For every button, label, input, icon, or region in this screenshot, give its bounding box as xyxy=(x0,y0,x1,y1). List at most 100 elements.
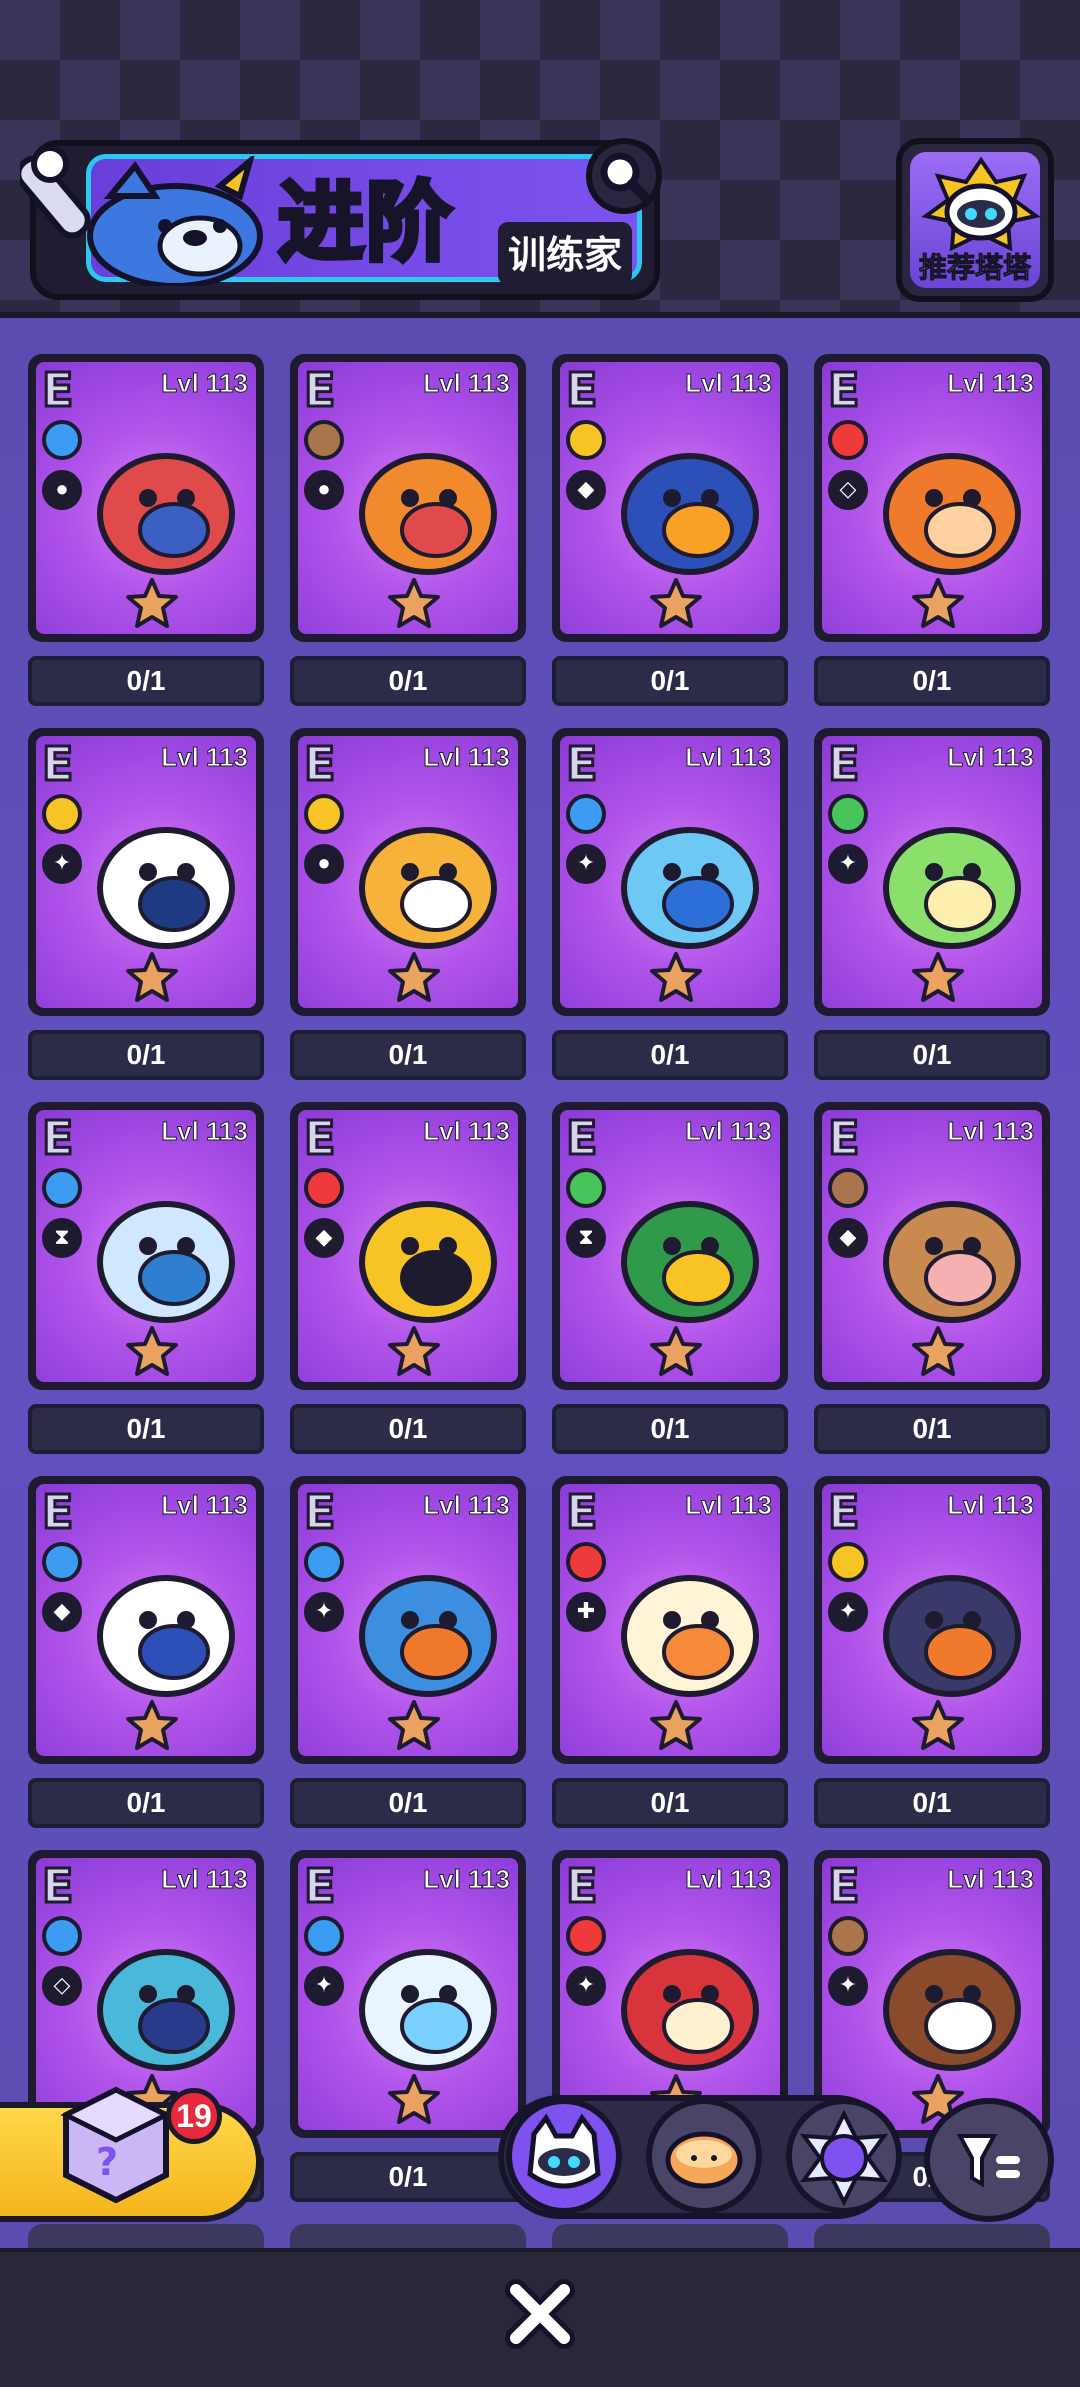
creature-card[interactable]: E Lvl 113 ✦ xyxy=(814,1476,1050,1766)
pin-role-icon: ✦ xyxy=(828,844,868,884)
hourglass-role-icon: ⧗ xyxy=(566,1218,606,1258)
creature-card[interactable]: E Lvl 113 ◇ xyxy=(814,354,1050,644)
water-element-icon xyxy=(304,1542,344,1582)
creature-eye xyxy=(401,489,419,507)
creature-eye xyxy=(701,863,719,881)
star-icon xyxy=(912,1700,964,1750)
progress-bar: 0/1 xyxy=(814,656,1050,706)
search-button[interactable] xyxy=(586,138,662,214)
creature-card[interactable]: E Lvl 113 ✚ xyxy=(552,1476,788,1766)
creature-belly xyxy=(400,1250,472,1306)
creature-eye xyxy=(925,1611,943,1629)
owl-cat-icon xyxy=(621,1201,759,1323)
toucan-icon xyxy=(621,453,759,575)
creature-eye xyxy=(439,1985,457,2003)
earth-element-icon xyxy=(828,1916,868,1956)
creature-card[interactable]: E Lvl 113 ● xyxy=(28,354,264,644)
creature-card-partial[interactable] xyxy=(814,2224,1050,2248)
rank-letter: E xyxy=(565,737,599,791)
guitar-snake-icon xyxy=(883,1949,1021,2071)
tab-bread[interactable] xyxy=(646,2098,762,2214)
tab-cat[interactable] xyxy=(506,2098,622,2214)
rank-letter: E xyxy=(303,1485,337,1539)
creature-belly xyxy=(924,1624,996,1680)
card-art: E Lvl 113 ◆ xyxy=(822,1110,1042,1382)
close-icon[interactable] xyxy=(500,2274,580,2354)
rank-letter: E xyxy=(41,1111,75,1165)
creature-card[interactable]: E Lvl 113 ⧗ xyxy=(28,1102,264,1392)
rank-letter: E xyxy=(827,737,861,791)
ball-seal-icon xyxy=(359,1575,497,1697)
star-icon xyxy=(388,952,440,1002)
progress-bar: 0/1 xyxy=(290,656,526,706)
card-art: E Lvl 113 ✦ xyxy=(560,1858,780,2130)
star-badge-icon xyxy=(799,2109,889,2207)
creature-card[interactable]: E Lvl 113 ● xyxy=(290,354,526,644)
creature-card[interactable]: E Lvl 113 ● xyxy=(290,728,526,1018)
creature-card[interactable]: E Lvl 113 ✦ xyxy=(290,1476,526,1766)
star-icon xyxy=(126,1326,178,1376)
filter-button[interactable] xyxy=(924,2098,1054,2222)
star-icon xyxy=(650,1326,702,1376)
progress-bar: 0/1 xyxy=(28,1778,264,1828)
level-label: Lvl 113 xyxy=(685,1490,773,1521)
creature-card[interactable]: E Lvl 113 ✦ xyxy=(552,728,788,1018)
level-label: Lvl 113 xyxy=(423,1490,511,1521)
progress-bar: 0/1 xyxy=(28,1030,264,1080)
pin-role-icon: ✦ xyxy=(304,1592,344,1632)
creature-card[interactable]: E Lvl 113 ✦ xyxy=(814,728,1050,1018)
creature-eye xyxy=(177,1611,195,1629)
creature-card-partial[interactable] xyxy=(290,2224,526,2248)
earth-element-icon xyxy=(304,420,344,460)
star-icon xyxy=(388,1326,440,1376)
creature-eye xyxy=(925,1985,943,2003)
boar-icon xyxy=(883,1575,1021,1697)
earth-element-icon xyxy=(828,1168,868,1208)
creature-eye xyxy=(701,1985,719,2003)
egg-role-icon: ● xyxy=(304,470,344,510)
level-label: Lvl 113 xyxy=(685,1864,773,1895)
creature-eye xyxy=(139,1237,157,1255)
tab-badge[interactable] xyxy=(786,2098,902,2214)
creature-eye xyxy=(401,863,419,881)
creature-card[interactable]: E Lvl 113 ◆ xyxy=(290,1102,526,1392)
rank-letter: E xyxy=(565,363,599,417)
creature-card[interactable]: E Lvl 113 ◆ xyxy=(814,1102,1050,1392)
creature-belly xyxy=(138,1250,210,1306)
creature-card[interactable]: E Lvl 113 ◆ xyxy=(552,354,788,644)
progress-bar: 0/1 xyxy=(552,656,788,706)
sea-dragon-icon xyxy=(97,1201,235,1323)
progress-bar: 0/1 xyxy=(552,1404,788,1454)
creature-card[interactable]: E Lvl 113 ✦ xyxy=(290,1850,526,2140)
creature-eye xyxy=(139,863,157,881)
progress-bar: 0/1 xyxy=(552,1778,788,1828)
search-icon xyxy=(600,152,651,203)
creature-belly xyxy=(924,1998,996,2054)
level-label: Lvl 113 xyxy=(947,742,1035,773)
rank-letter: E xyxy=(827,1859,861,1913)
creature-card-partial[interactable] xyxy=(28,2224,264,2248)
card-art: E Lvl 113 ✦ xyxy=(298,1858,518,2130)
creature-eye xyxy=(925,863,943,881)
creature-card[interactable]: E Lvl 113 ⧗ xyxy=(552,1102,788,1392)
creature-belly xyxy=(400,502,472,558)
recommend-button[interactable]: 推荐塔塔 xyxy=(896,138,1054,302)
creature-eye xyxy=(439,1611,457,1629)
creature-belly xyxy=(662,1250,734,1306)
page-title: 进阶 xyxy=(276,171,455,276)
star-icon xyxy=(912,578,964,628)
egg-role-icon: ● xyxy=(304,844,344,884)
polar-bear-icon xyxy=(97,1575,235,1697)
creature-eye xyxy=(401,1611,419,1629)
creature-card-partial[interactable] xyxy=(552,2224,788,2248)
fire-element-icon xyxy=(304,1168,344,1208)
creature-belly xyxy=(400,1624,472,1680)
creature-eye xyxy=(139,489,157,507)
creature-belly xyxy=(924,876,996,932)
card-art: E Lvl 113 ✦ xyxy=(560,736,780,1008)
creature-card[interactable]: E Lvl 113 ◆ xyxy=(28,1476,264,1766)
diamond-role-icon: ◇ xyxy=(828,470,868,510)
creature-card[interactable]: E Lvl 113 ✦ xyxy=(28,728,264,1018)
progress-bar: 0/1 xyxy=(290,1778,526,1828)
creature-eye xyxy=(963,489,981,507)
